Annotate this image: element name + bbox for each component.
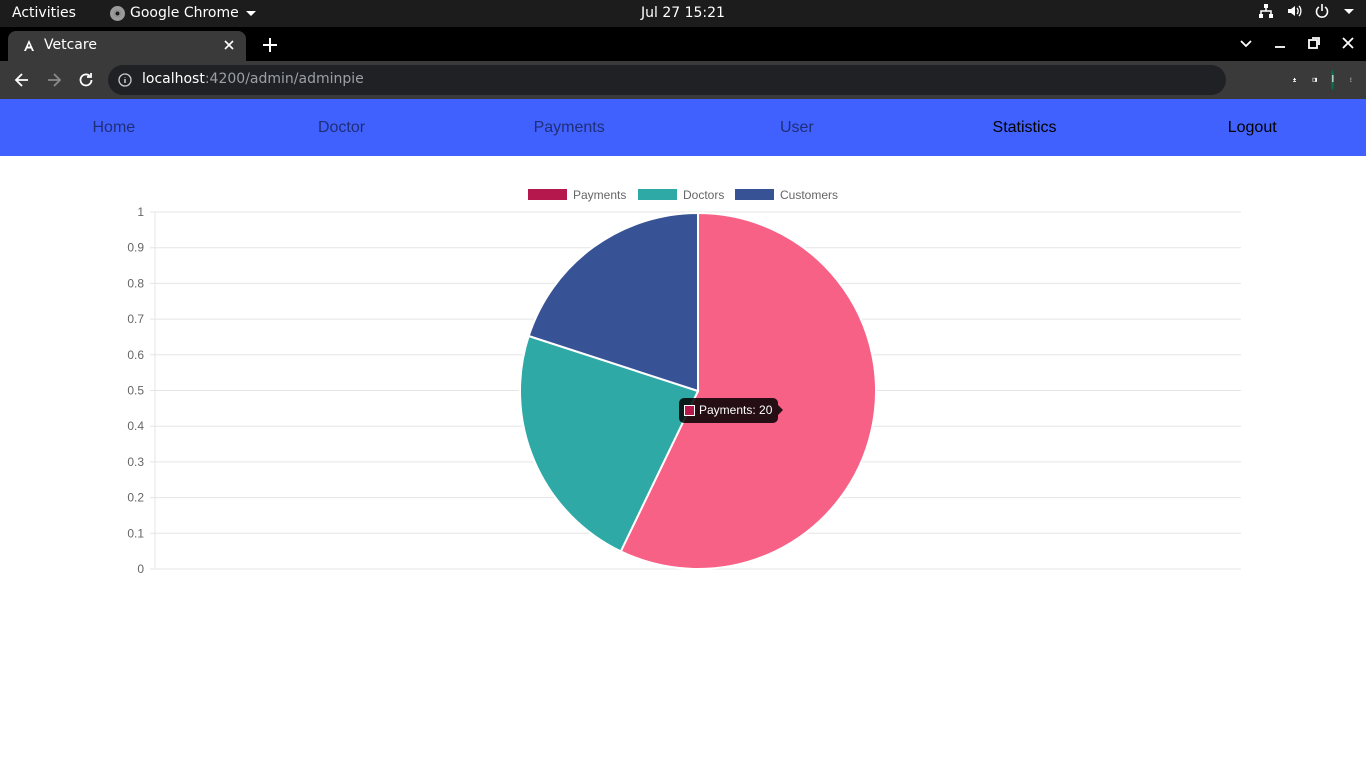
pie-layer[interactable] (519, 211, 877, 570)
legend-swatch (528, 189, 567, 200)
legend-swatch (735, 189, 774, 200)
system-tray[interactable] (1258, 3, 1354, 19)
browser-toolbar: localhost:4200/admin/adminpie I (0, 61, 1366, 99)
nav-doctor[interactable]: Doctor (228, 99, 456, 156)
legend-label: Payments (573, 188, 626, 202)
y-tick-label: 0.1 (127, 526, 144, 540)
tab-title: Vetcare (44, 37, 97, 53)
y-tick-label: 0.6 (127, 348, 144, 362)
caret-down-icon (245, 10, 256, 16)
nav-user[interactable]: User (683, 99, 911, 156)
url-path: :4200/admin/adminpie (204, 71, 364, 87)
browser-tab[interactable]: Vetcare (8, 31, 246, 61)
system-top-bar: Activities Google Chrome Jul 27 15:21 (0, 0, 1366, 27)
caret-down-icon (1344, 8, 1354, 14)
app-navbar: Home Doctor Payments User Statistics Log… (0, 99, 1366, 156)
y-tick-label: 0.3 (127, 455, 144, 469)
statistics-pie-chart: 1 0.9 0.8 0.7 0.6 0.5 0.4 0.3 0.2 0.1 0 Payments Do… (0, 156, 1366, 596)
restore-icon[interactable] (1306, 35, 1322, 51)
legend-label: Doctors (683, 188, 724, 202)
activities-button[interactable]: Activities (12, 5, 76, 21)
legend-item-payments[interactable]: Payments (528, 188, 626, 202)
nav-statistics[interactable]: Statistics (911, 99, 1139, 156)
info-icon[interactable] (118, 73, 132, 87)
y-tick-label: 1 (137, 205, 144, 219)
y-tick-label: 0.4 (127, 419, 144, 433)
chrome-icon (110, 5, 125, 21)
profile-avatar[interactable]: I (1331, 70, 1335, 90)
tab-strip: Vetcare (0, 27, 1366, 61)
legend-swatch (638, 189, 677, 200)
nav-logout[interactable]: Logout (1138, 99, 1366, 156)
extensions-puzzle-icon[interactable] (1292, 77, 1298, 83)
volume-icon (1288, 5, 1302, 17)
url-text: localhost:4200/admin/adminpie (142, 71, 364, 87)
y-tick-label: 0.2 (127, 491, 144, 505)
forward-arrow-icon[interactable] (44, 70, 64, 90)
back-arrow-icon[interactable] (12, 70, 32, 90)
nav-home[interactable]: Home (0, 99, 228, 156)
network-icon (1259, 4, 1273, 18)
extension-icons: I (1292, 70, 1354, 90)
minimize-icon[interactable] (1272, 35, 1288, 51)
new-tab-icon[interactable] (260, 35, 280, 55)
y-tick-label: 0 (137, 562, 144, 576)
y-tick-label: 0.5 (127, 384, 144, 398)
y-tick-label: 0.9 (127, 241, 144, 255)
close-tab-icon[interactable] (220, 36, 238, 54)
legend-label: Customers (780, 188, 838, 202)
app-menu-label: Google Chrome (130, 5, 239, 21)
menu-kebab-icon[interactable] (1348, 77, 1354, 83)
chart-canvas: 1 0.9 0.8 0.7 0.6 0.5 0.4 0.3 0.2 0.1 0 Payments Do… (127, 188, 1241, 576)
angular-icon (24, 40, 34, 51)
reload-icon[interactable] (76, 70, 96, 90)
nav-payments[interactable]: Payments (455, 99, 683, 156)
power-icon (1315, 4, 1329, 18)
tooltip-color-swatch (684, 405, 695, 416)
tab-search-icon[interactable] (1238, 35, 1254, 51)
legend[interactable]: Payments Doctors Customers (528, 188, 838, 202)
app-menu[interactable]: Google Chrome (110, 5, 256, 21)
y-tick-label: 0.8 (127, 276, 144, 290)
y-tick-label: 0.7 (127, 312, 144, 326)
tooltip-text: Payments: 20 (699, 403, 773, 417)
legend-item-customers[interactable]: Customers (735, 188, 838, 202)
close-window-icon[interactable] (1340, 35, 1356, 51)
address-bar[interactable]: localhost:4200/admin/adminpie (108, 65, 1226, 95)
side-panel-icon[interactable] (1312, 77, 1318, 83)
legend-item-doctors[interactable]: Doctors (638, 188, 724, 202)
chart-tooltip: Payments: 20 (679, 398, 784, 423)
window-controls (1238, 35, 1356, 51)
url-host: localhost (142, 71, 205, 87)
